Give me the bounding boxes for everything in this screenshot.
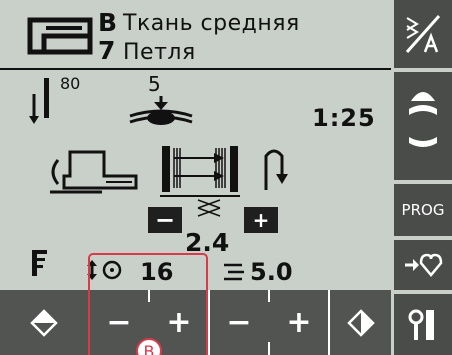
bottom-diamond-left-button[interactable]: [0, 290, 88, 355]
buttonhole-icon: [160, 146, 240, 197]
stitch-density-value: 2.4: [185, 228, 230, 257]
bottom-diamond-right-button[interactable]: [330, 290, 391, 355]
stitch-density-icon: [197, 199, 221, 217]
width-plus-button[interactable]: +: [270, 290, 328, 355]
scroll-up-down-icon: [409, 92, 437, 147]
sewing-machine-screen: B Ткань средняя 7 Петля 80 5 1:25 − 2.4 …: [0, 0, 452, 355]
width-minus-button[interactable]: −: [210, 290, 268, 355]
tools-icon: [408, 309, 434, 340]
presser-pressure-value: 5: [148, 72, 161, 96]
diamond-half-right-icon: [346, 308, 375, 337]
presser-pressure-icon: [129, 96, 193, 125]
stitch-width-value: 5.0: [250, 258, 293, 286]
alphabet-icon: [405, 15, 441, 53]
density-minus-button[interactable]: −: [148, 206, 182, 234]
settings-button[interactable]: [394, 294, 452, 355]
thread-tension-icon: [264, 149, 288, 190]
time-display: 1:25: [312, 104, 376, 132]
prog-button[interactable]: PROG: [394, 184, 452, 236]
diamond-half-icon: [30, 308, 58, 337]
header-bar: B Ткань средняя 7 Петля: [0, 0, 391, 70]
stitch-name: Петля: [123, 40, 196, 65]
needle-icon: [29, 78, 49, 124]
fabric-letter: B: [98, 8, 118, 37]
buttonhole-foot-icon: [50, 150, 138, 194]
favorites-button[interactable]: [394, 240, 452, 290]
stitch-number: 7: [98, 36, 116, 65]
density-plus-button[interactable]: +: [244, 207, 278, 233]
arrow-heart-icon: [405, 253, 443, 277]
scroll-button[interactable]: [394, 72, 452, 180]
alphabet-button[interactable]: [394, 0, 452, 68]
stitch-width-icon: [224, 263, 244, 281]
presser-foot-icon: [27, 17, 93, 55]
stitch-tension-icon: [32, 250, 47, 276]
needle-size: 80: [60, 74, 81, 93]
fabric-name: Ткань средняя: [123, 11, 300, 36]
